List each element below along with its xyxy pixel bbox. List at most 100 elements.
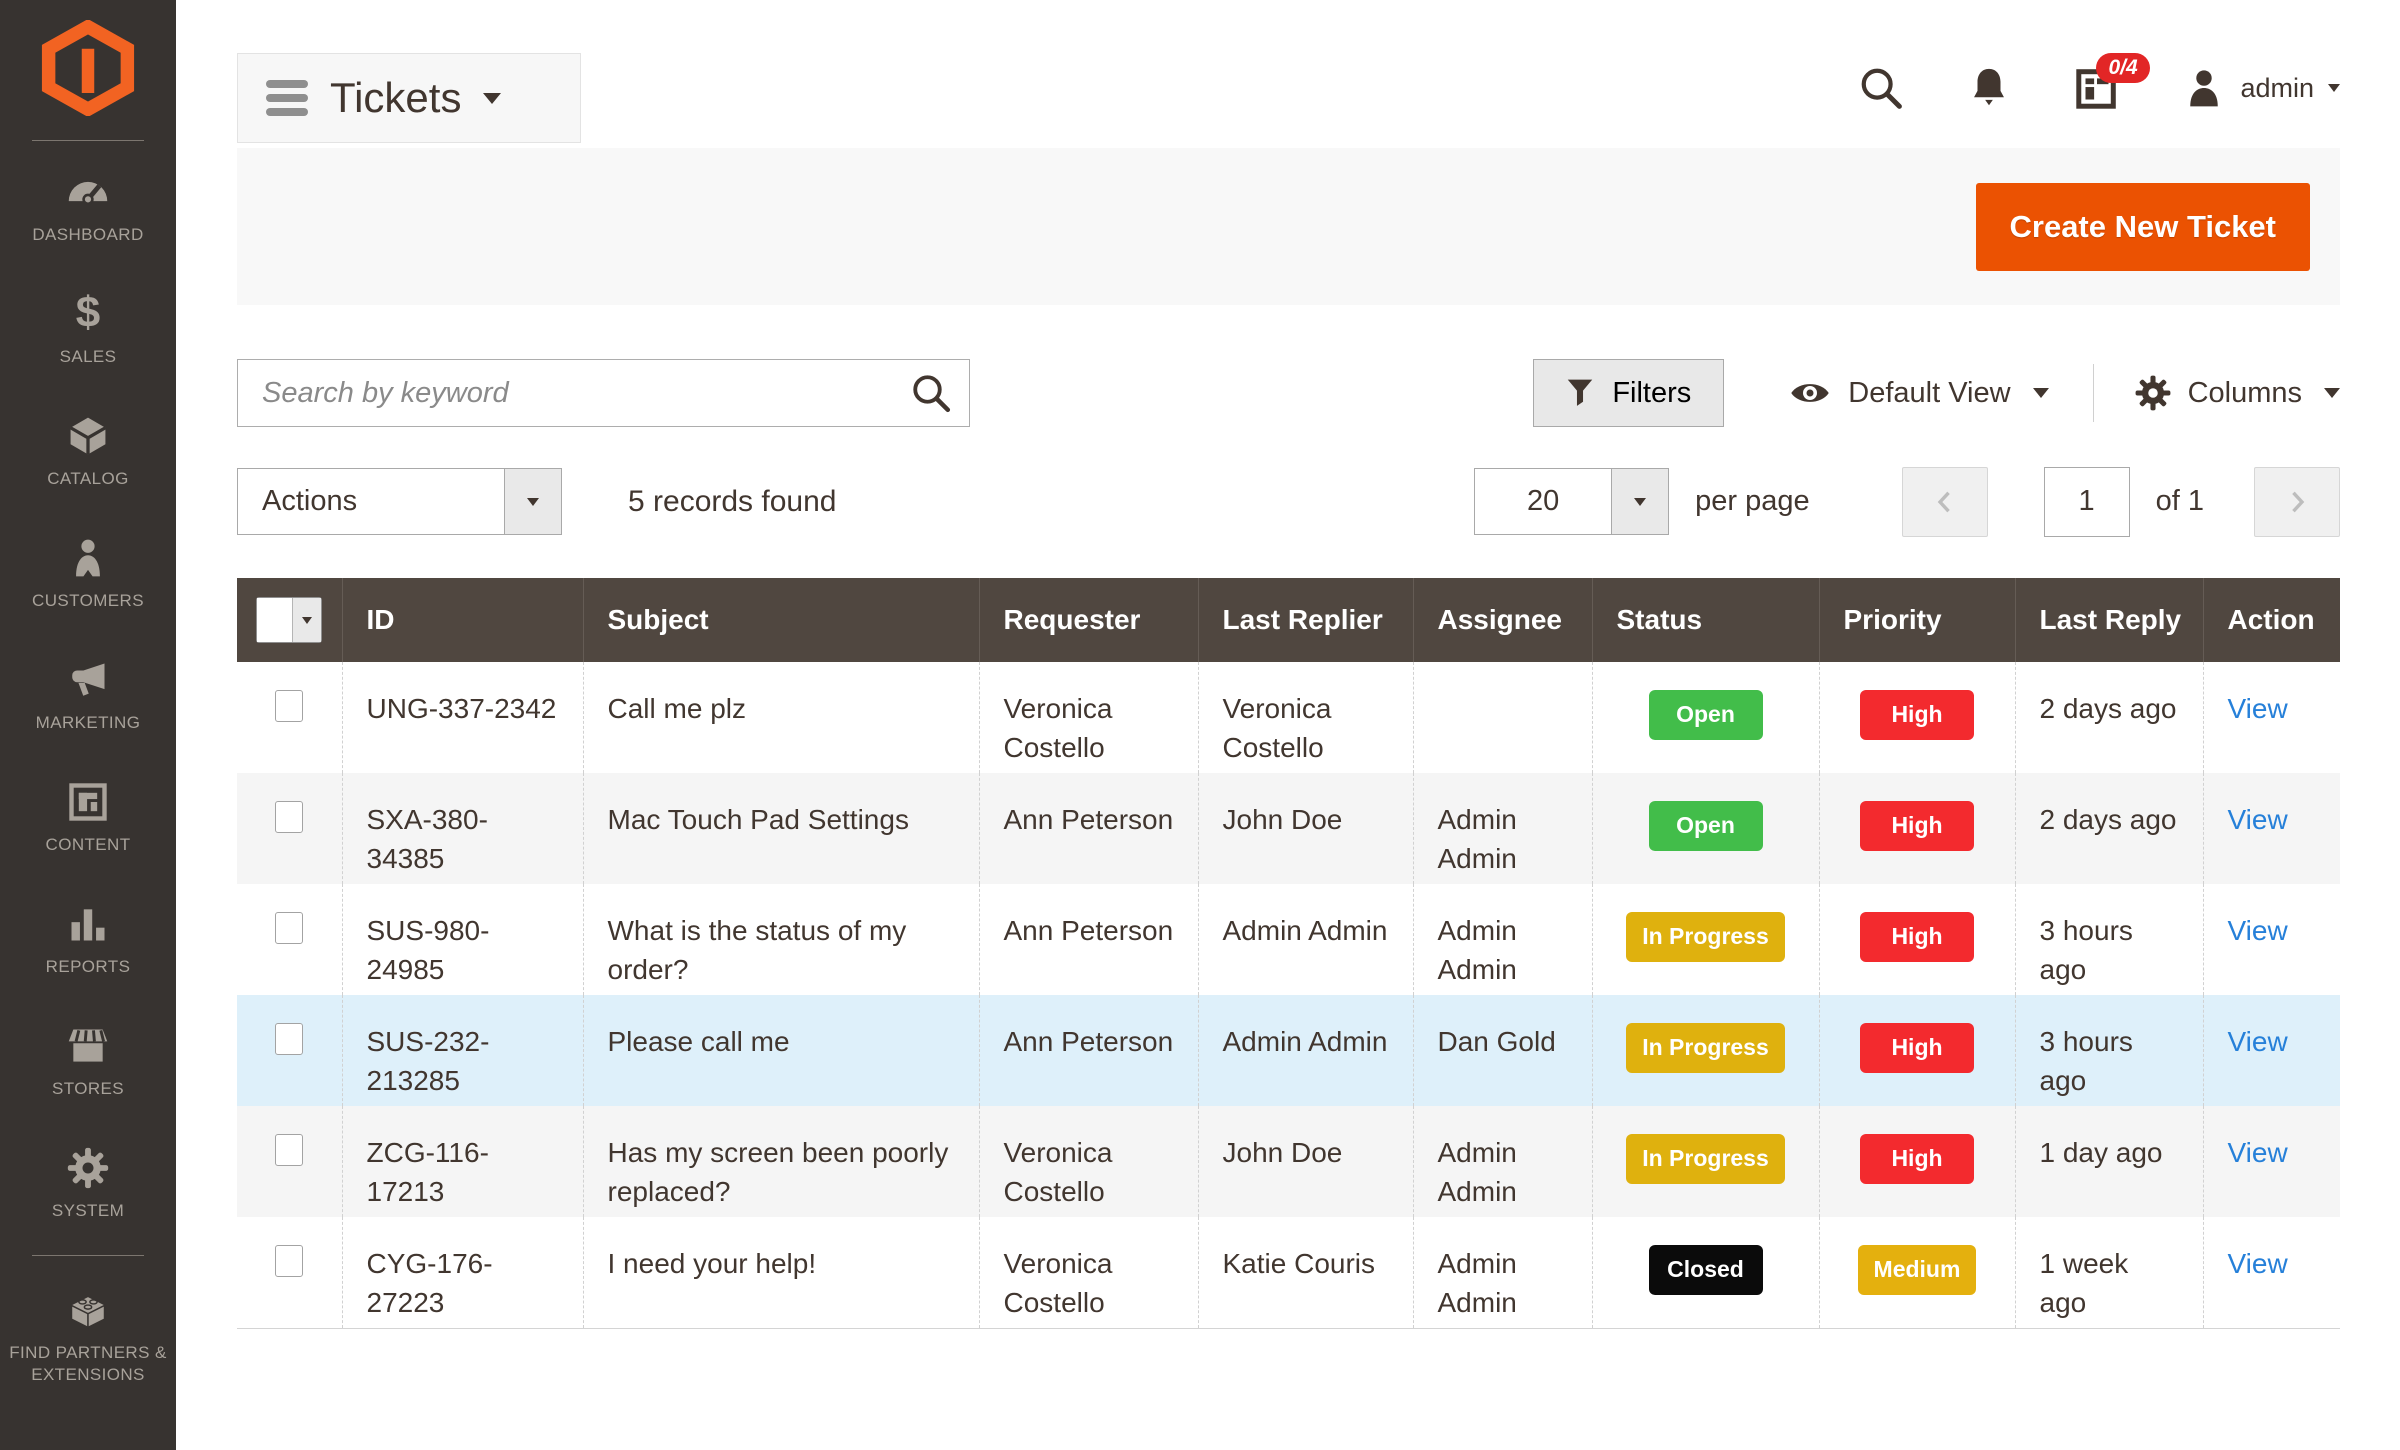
columns-dropdown[interactable]: Columns: [2134, 374, 2340, 412]
column-header-last_replier[interactable]: Last Replier: [1198, 578, 1413, 662]
priority-badge: High: [1860, 912, 1974, 962]
column-header-requester[interactable]: Requester: [979, 578, 1198, 662]
sidebar-item-sales[interactable]: $ SALES: [0, 269, 176, 391]
sidebar-item-system[interactable]: SYSTEM: [0, 1123, 176, 1245]
grid-controls-left: Actions 5 records found: [237, 468, 836, 535]
per-page-select[interactable]: 20: [1474, 468, 1669, 535]
select-all-checkbox[interactable]: [257, 598, 292, 642]
sidebar-divider: [32, 140, 144, 141]
column-header-last_reply[interactable]: Last Reply: [2015, 578, 2203, 662]
extensions-brick-icon: [66, 1288, 110, 1332]
sidebar-item-label: CUSTOMERS: [26, 590, 150, 612]
reports-icon: [66, 902, 110, 946]
chevron-right-icon: [2280, 485, 2314, 519]
default-view-dropdown[interactable]: Default View: [1788, 377, 2048, 410]
view-link[interactable]: View: [2228, 915, 2288, 946]
stores-icon: [66, 1024, 110, 1068]
view-link[interactable]: View: [2228, 1026, 2288, 1057]
cell-last_replier: Veronica Costello: [1198, 662, 1413, 773]
cell-requester: Veronica Costello: [979, 1106, 1198, 1217]
page-title-menu[interactable]: Tickets: [237, 53, 581, 143]
sidebar-item-catalog[interactable]: CATALOG: [0, 391, 176, 513]
view-link[interactable]: View: [2228, 804, 2288, 835]
status-badge: Open: [1649, 801, 1763, 851]
cell-last_replier: John Doe: [1198, 773, 1413, 884]
column-header-priority[interactable]: Priority: [1819, 578, 2015, 662]
table-row: ZCG-116-17213Has my screen been poorly r…: [237, 1106, 2340, 1217]
sidebar-item-content[interactable]: CONTENT: [0, 757, 176, 879]
sidebar-item-stores[interactable]: STORES: [0, 1001, 176, 1123]
cell-assignee: Admin Admin: [1413, 773, 1592, 884]
grid-toolbar: Filters Default View: [237, 359, 2340, 427]
cell-id: SXA-380-34385: [342, 773, 583, 884]
create-new-ticket-button[interactable]: Create New Ticket: [1976, 183, 2311, 271]
cell-subject: I need your help!: [583, 1217, 979, 1328]
funnel-icon: [1566, 377, 1594, 409]
page-number-input[interactable]: [2044, 467, 2130, 537]
column-header-status[interactable]: Status: [1592, 578, 1819, 662]
hamburger-icon: [266, 80, 308, 116]
search-input[interactable]: [237, 359, 970, 427]
cell-subject: Call me plz: [583, 662, 979, 773]
view-link[interactable]: View: [2228, 1248, 2288, 1279]
filters-button[interactable]: Filters: [1533, 359, 1724, 427]
cell-last_replier: Admin Admin: [1198, 884, 1413, 995]
cell-requester: Ann Peterson: [979, 773, 1198, 884]
row-checkbox[interactable]: [275, 1023, 303, 1055]
notifications-bell-icon[interactable]: [1966, 65, 2012, 111]
select-all-dropdown[interactable]: [256, 597, 322, 643]
view-caret-icon: [2033, 388, 2049, 398]
admin-menu[interactable]: admin: [2182, 66, 2340, 110]
row-checkbox[interactable]: [275, 1245, 303, 1277]
records-found: 5 records found: [628, 485, 836, 519]
page-total-label: of 1: [2156, 485, 2204, 518]
header-icons: 0/4 admin: [1858, 65, 2340, 111]
view-link[interactable]: View: [2228, 693, 2288, 724]
actions-select[interactable]: Actions: [237, 468, 562, 535]
cell-requester: Veronica Costello: [979, 1217, 1198, 1328]
status-badge: In Progress: [1626, 912, 1785, 962]
column-header-select: [237, 578, 342, 662]
previous-page-button[interactable]: [1902, 467, 1988, 537]
sidebar-item-dashboard[interactable]: DASHBOARD: [0, 147, 176, 269]
cell-last_reply: 3 hours ago: [2015, 995, 2203, 1106]
actions-caret[interactable]: [504, 469, 561, 534]
action-panel: Create New Ticket: [237, 148, 2340, 305]
view-link[interactable]: View: [2228, 1137, 2288, 1168]
magento-logo-icon[interactable]: [40, 20, 136, 116]
row-checkbox[interactable]: [275, 912, 303, 944]
sidebar-item-customers[interactable]: CUSTOMERS: [0, 513, 176, 635]
actions-label: Actions: [238, 469, 504, 534]
select-all-caret-icon[interactable]: [292, 598, 321, 642]
sidebar-item-label: STORES: [46, 1078, 130, 1100]
table-header-row: IDSubjectRequesterLast ReplierAssigneeSt…: [237, 578, 2340, 662]
admin-label: admin: [2240, 73, 2314, 104]
column-header-subject[interactable]: Subject: [583, 578, 979, 662]
toolbar-right: Filters Default View: [1533, 359, 2340, 427]
system-messages-icon[interactable]: 0/4: [2074, 65, 2120, 111]
cell-id: ZCG-116-17213: [342, 1106, 583, 1217]
row-checkbox[interactable]: [275, 690, 303, 722]
row-checkbox[interactable]: [275, 801, 303, 833]
column-header-id[interactable]: ID: [342, 578, 583, 662]
user-icon: [2182, 66, 2226, 110]
cell-last_reply: 3 hours ago: [2015, 884, 2203, 995]
sidebar-item-reports[interactable]: REPORTS: [0, 879, 176, 1001]
sidebar-item-marketing[interactable]: MARKETING: [0, 635, 176, 757]
filters-label: Filters: [1612, 377, 1691, 410]
status-badge: Closed: [1649, 1245, 1763, 1295]
sidebar-item-find-partners[interactable]: FIND PARTNERS & EXTENSIONS: [0, 1262, 176, 1412]
cell-last_replier: Admin Admin: [1198, 995, 1413, 1106]
global-search-icon[interactable]: [1858, 65, 1904, 111]
column-header-action[interactable]: Action: [2203, 578, 2340, 662]
columns-gear-icon: [2134, 374, 2172, 412]
next-page-button[interactable]: [2254, 467, 2340, 537]
row-checkbox[interactable]: [275, 1134, 303, 1166]
table-row: SXA-380-34385Mac Touch Pad SettingsAnn P…: [237, 773, 2340, 884]
grid-controls: Actions 5 records found 20 per page of 1: [237, 468, 2340, 535]
main-content: Tickets 0/4 admin Create New Ticket: [176, 0, 2400, 1450]
per-page-caret[interactable]: [1611, 469, 1668, 534]
search-icon[interactable]: [910, 372, 952, 414]
column-header-assignee[interactable]: Assignee: [1413, 578, 1592, 662]
status-badge: In Progress: [1626, 1134, 1785, 1184]
